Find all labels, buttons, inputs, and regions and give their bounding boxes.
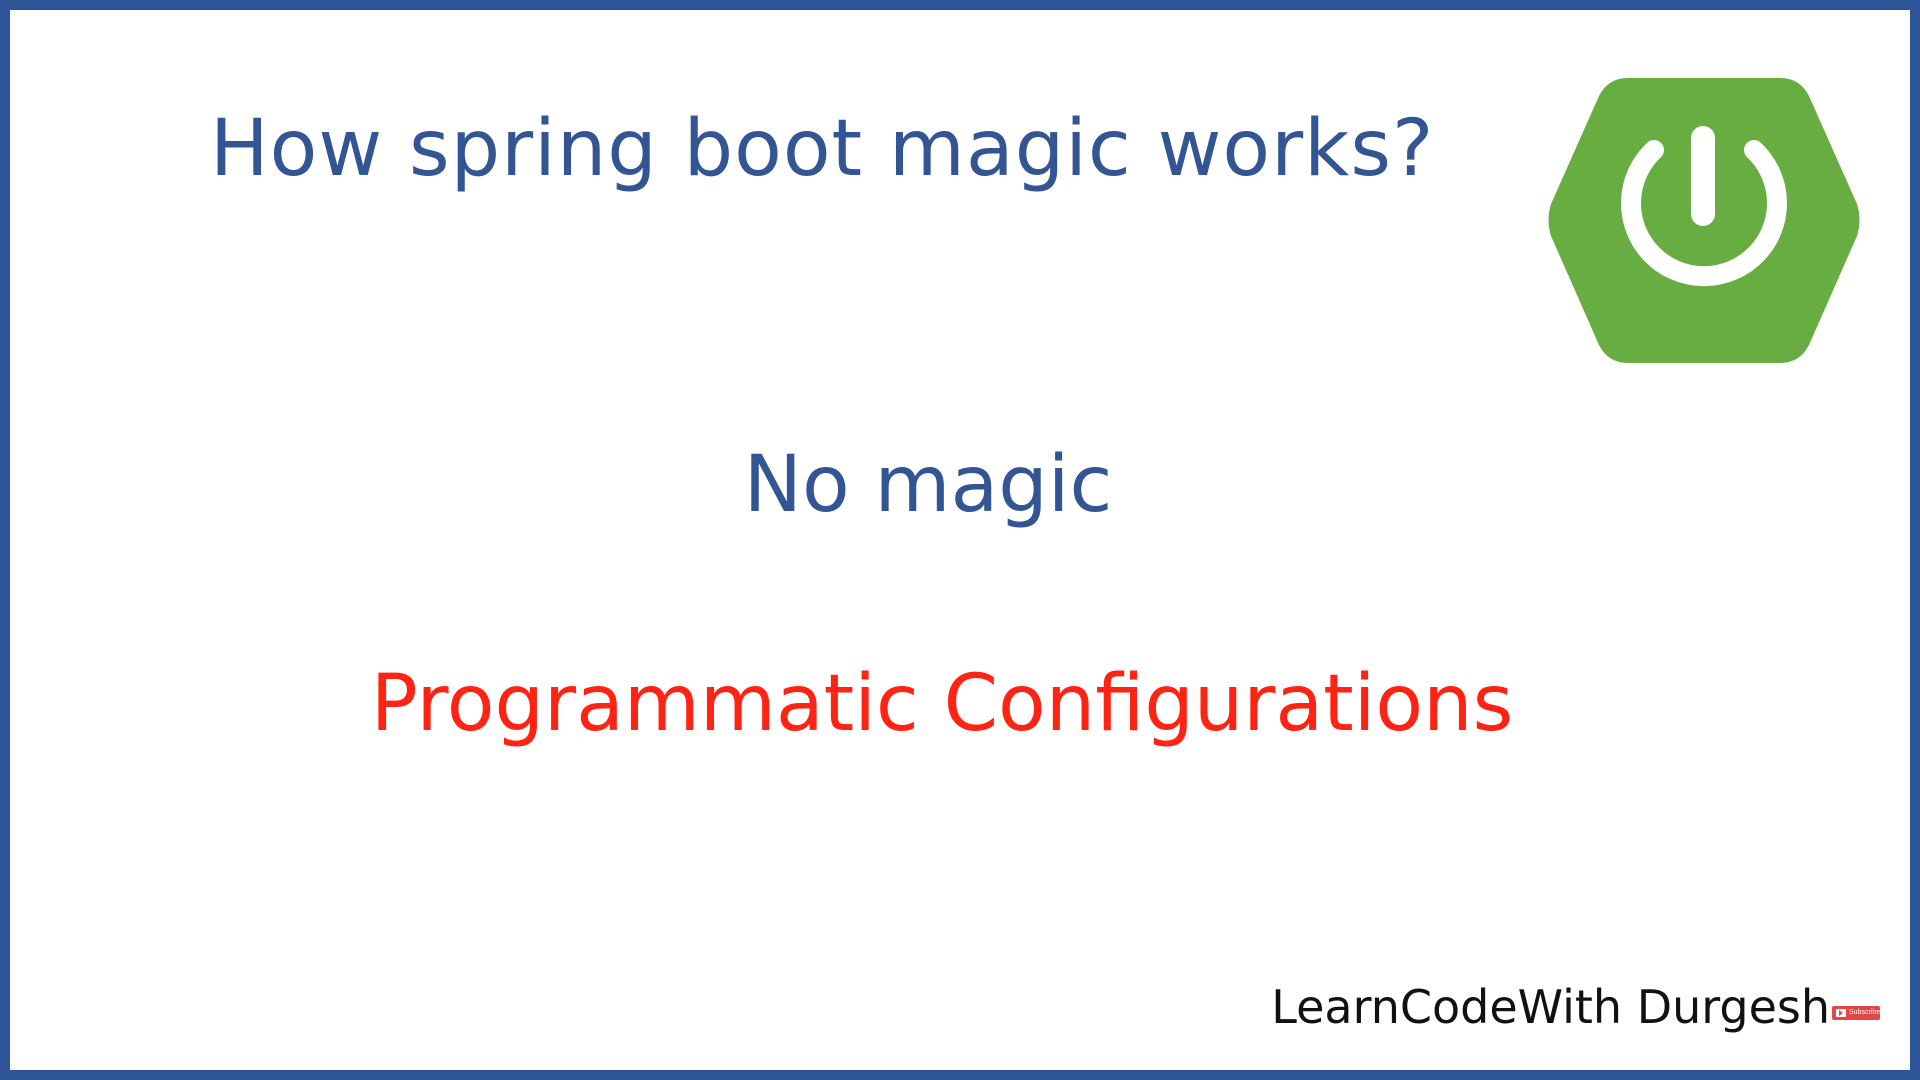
slide-title: How spring boot magic works? [210, 104, 1435, 194]
slide-canvas: How spring boot magic works? No magic Pr… [0, 0, 1920, 1080]
highlight-text: Programmatic Configurations [370, 659, 1514, 749]
subscribe-badge[interactable]: Subscribe [1832, 1006, 1880, 1020]
brand-watermark: LearnCodeWith Durgesh [1271, 980, 1830, 1034]
spring-boot-power-icon [1548, 78, 1860, 363]
spring-boot-logo [1545, 78, 1863, 363]
power-line-shape [1691, 126, 1715, 226]
slide-subtitle: No magic [743, 440, 1113, 530]
play-icon [1836, 1009, 1846, 1017]
subscribe-label: Subscribe [1849, 1009, 1880, 1016]
